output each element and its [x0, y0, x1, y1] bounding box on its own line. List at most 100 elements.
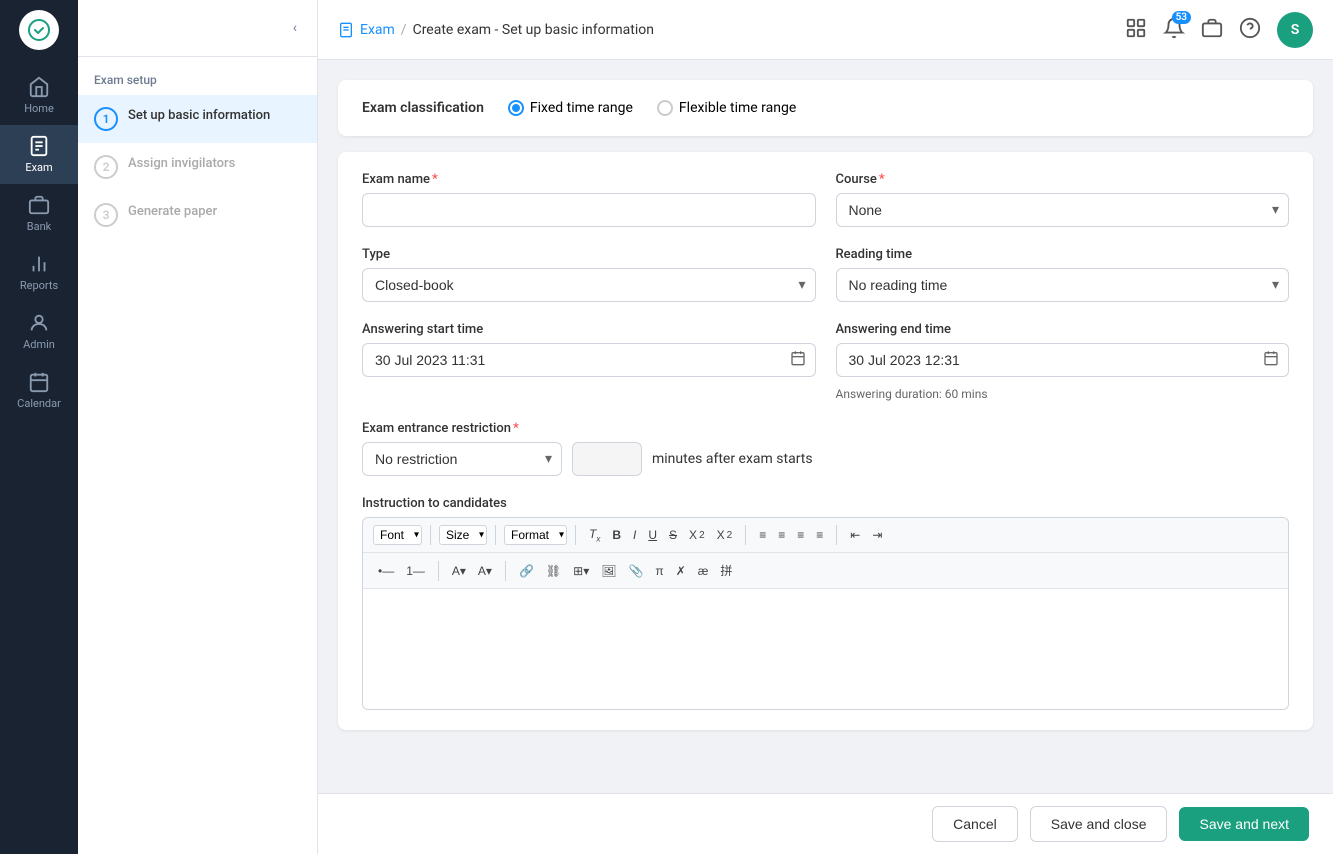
- sidebar-item-bank[interactable]: Bank: [0, 184, 78, 243]
- start-time-input[interactable]: [362, 343, 816, 377]
- superscript-button[interactable]: X2: [712, 525, 738, 545]
- sidebar-item-reports-label: Reports: [20, 279, 58, 292]
- sidebar-item-exam[interactable]: Exam: [0, 125, 78, 184]
- reading-time-select[interactable]: No reading time 5 minutes 10 minutes: [836, 268, 1290, 302]
- end-time-group: Answering end time Answering du: [836, 322, 1290, 401]
- bank-icon: [28, 194, 50, 216]
- save-next-button[interactable]: Save and next: [1179, 807, 1309, 841]
- sep-1: [430, 525, 431, 545]
- second-panel-header: ‹: [78, 0, 317, 57]
- sidebar-item-reports[interactable]: Reports: [0, 243, 78, 302]
- panel-collapse-button[interactable]: ‹: [289, 16, 301, 40]
- notification-button[interactable]: 53: [1163, 17, 1185, 43]
- sidebar-item-calendar[interactable]: Calendar: [0, 361, 78, 420]
- align-left-button[interactable]: ≡: [754, 525, 771, 545]
- instruction-label: Instruction to candidates: [362, 496, 1289, 511]
- breadcrumb-exam-icon: [338, 22, 354, 38]
- exam-name-group: Exam name*: [362, 172, 816, 227]
- editor-body[interactable]: [363, 589, 1288, 709]
- font-color-button[interactable]: A▾: [447, 561, 471, 581]
- minutes-input[interactable]: [572, 442, 642, 476]
- sep-3: [575, 525, 576, 545]
- exam-name-input[interactable]: [362, 193, 816, 227]
- reading-time-select-wrap: No reading time 5 minutes 10 minutes ▾: [836, 268, 1290, 302]
- subscript-button[interactable]: X2: [684, 525, 710, 545]
- end-time-calendar-icon[interactable]: [1263, 350, 1279, 370]
- size-select[interactable]: Size: [439, 525, 487, 545]
- reading-time-group: Reading time No reading time 5 minutes 1…: [836, 247, 1290, 302]
- radio-flexible-time[interactable]: Flexible time range: [657, 100, 796, 116]
- sidebar-item-admin[interactable]: Admin: [0, 302, 78, 361]
- briefcase-icon-button[interactable]: [1201, 17, 1223, 43]
- restriction-row: No restriction Restricted ▾ minutes afte…: [362, 442, 1289, 476]
- format-select-wrap: Format ▾: [504, 525, 567, 545]
- user-avatar[interactable]: S: [1277, 12, 1313, 48]
- start-time-group: Answering start time: [362, 322, 816, 401]
- align-justify-button[interactable]: ≡: [811, 525, 828, 545]
- underline-button[interactable]: U: [643, 525, 662, 545]
- type-select-wrap: Closed-book Open-book ▾: [362, 268, 816, 302]
- calendar-nav-icon: [28, 371, 50, 393]
- grid-icon-button[interactable]: [1125, 17, 1147, 43]
- editor-toolbar-2: •― 1― A▾ A▾ 🔗 ⛓ ⊞▾ 🖼: [363, 553, 1288, 589]
- radio-flexible-circle: [657, 100, 673, 116]
- restriction-select-wrap: No restriction Restricted ▾: [362, 442, 562, 476]
- grid-icon: [1125, 17, 1147, 39]
- start-time-calendar-icon[interactable]: [790, 350, 806, 370]
- save-close-button[interactable]: Save and close: [1030, 806, 1168, 842]
- exam-icon: [28, 135, 50, 157]
- step-label-1: Set up basic information: [128, 107, 270, 125]
- clear-format-button[interactable]: Tx: [584, 524, 605, 546]
- ordered-list-button[interactable]: 1―: [401, 561, 430, 581]
- help-icon: [1239, 17, 1261, 39]
- attachment-button[interactable]: 📎: [623, 561, 648, 581]
- align-center-button[interactable]: ≡: [773, 525, 790, 545]
- exam-setup-label: Exam setup: [78, 57, 317, 95]
- course-select[interactable]: None: [836, 193, 1290, 227]
- background-color-button[interactable]: A▾: [473, 561, 497, 581]
- bold-button[interactable]: B: [607, 525, 626, 545]
- step-number-3: 3: [94, 203, 118, 227]
- exam-name-label: Exam name*: [362, 172, 816, 187]
- sidebar-item-calendar-label: Calendar: [17, 397, 61, 410]
- unlink-button[interactable]: ⛓: [541, 561, 566, 581]
- special-char-button[interactable]: æ: [693, 561, 714, 581]
- sidebar-item-home[interactable]: Home: [0, 66, 78, 125]
- radio-fixed-circle: [508, 100, 524, 116]
- second-panel: ‹ Exam setup 1 Set up basic information …: [78, 0, 318, 854]
- type-select[interactable]: Closed-book Open-book: [362, 268, 816, 302]
- classification-label: Exam classification: [362, 100, 484, 116]
- step-item-3[interactable]: 3 Generate paper: [78, 191, 317, 239]
- radio-flexible-label: Flexible time range: [679, 100, 796, 116]
- minutes-after-label: minutes after exam starts: [652, 451, 813, 467]
- step-item-1[interactable]: 1 Set up basic information: [78, 95, 317, 143]
- sidebar-item-bank-label: Bank: [27, 220, 52, 233]
- step-label-2: Assign invigilators: [128, 155, 235, 173]
- italic-button[interactable]: I: [628, 525, 641, 545]
- radio-fixed-time[interactable]: Fixed time range: [508, 100, 633, 116]
- restriction-select[interactable]: No restriction Restricted: [362, 442, 562, 476]
- link-button[interactable]: 🔗: [514, 561, 539, 581]
- strikethrough2-button[interactable]: ✗: [671, 561, 691, 581]
- restriction-label: Exam entrance restriction*: [362, 421, 1289, 436]
- breadcrumb-link[interactable]: Exam: [360, 22, 395, 38]
- align-right-button[interactable]: ≡: [792, 525, 809, 545]
- format-select[interactable]: Format: [504, 525, 567, 545]
- end-time-input[interactable]: [836, 343, 1290, 377]
- admin-icon: [28, 312, 50, 334]
- step-number-1: 1: [94, 107, 118, 131]
- unordered-list-button[interactable]: •―: [373, 561, 399, 581]
- help-icon-button[interactable]: [1239, 17, 1261, 43]
- formula-button[interactable]: π: [650, 561, 668, 581]
- decrease-indent-button[interactable]: ⇤: [845, 525, 865, 545]
- step-item-2[interactable]: 2 Assign invigilators: [78, 143, 317, 191]
- pinyin-button[interactable]: 拼: [715, 559, 737, 582]
- image-button[interactable]: 🖼: [596, 561, 621, 581]
- increase-indent-button[interactable]: ⇥: [867, 525, 887, 545]
- table-button[interactable]: ⊞▾: [568, 561, 594, 581]
- font-select[interactable]: Font: [373, 525, 422, 545]
- cancel-button[interactable]: Cancel: [932, 806, 1018, 842]
- strikethrough-button[interactable]: S: [664, 525, 682, 545]
- restriction-group: Exam entrance restriction* No restrictio…: [362, 421, 1289, 476]
- page-body: Exam classification Fixed time range Fle…: [318, 60, 1333, 793]
